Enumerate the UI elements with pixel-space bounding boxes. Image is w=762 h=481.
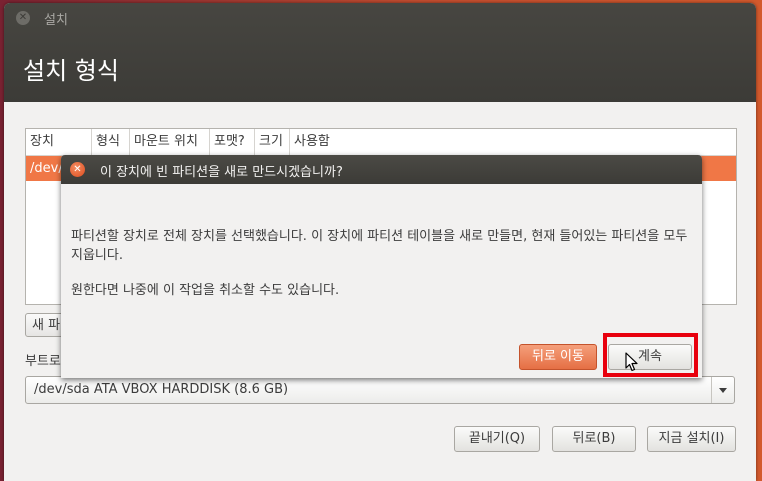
chevron-down-icon	[719, 388, 727, 393]
dialog-title: 이 장치에 빈 파티션을 새로 만드시겠습니까?	[100, 165, 343, 180]
column-format[interactable]: 포맷?	[210, 129, 255, 155]
boot-device-value: /dev/sda ATA VBOX HARDDISK (8.6 GB)	[34, 382, 289, 397]
cursor-icon	[625, 352, 638, 372]
column-device[interactable]: 장치	[26, 129, 92, 155]
go-back-button[interactable]: 뒤로 이동	[519, 344, 597, 370]
boot-loader-label: 부트로	[25, 354, 61, 369]
column-mount-point[interactable]: 마운트 위치	[130, 129, 210, 155]
dialog-message: 파티션할 장치로 전체 장치를 선택했습니다. 이 장치에 파티션 테이블을 새…	[71, 229, 688, 263]
new-partition-table-button[interactable]: 새 파	[25, 313, 65, 337]
boot-device-select[interactable]: /dev/sda ATA VBOX HARDDISK (8.6 GB)	[25, 376, 735, 404]
dialog-message-secondary: 원한다면 나중에 이 작업을 취소할 수도 있습니다.	[71, 283, 340, 298]
close-icon[interactable]: ✕	[70, 162, 85, 177]
page-title: 설치 형식	[23, 57, 119, 85]
close-icon[interactable]: ✕	[16, 11, 30, 25]
app-title: 설치	[44, 13, 68, 28]
column-used[interactable]: 사용함	[290, 129, 380, 155]
dropdown-toggle[interactable]	[711, 377, 734, 403]
quit-button[interactable]: 끝내기(Q)	[454, 426, 540, 452]
install-now-button[interactable]: 지금 설치(I)	[647, 426, 736, 452]
dialog-titlebar: ✕ 이 장치에 빈 파티션을 새로 만드시겠습니까?	[61, 155, 702, 184]
window-titlebar: ✕ 설치 설치 형식	[4, 3, 756, 102]
table-header: 장치 형식 마운트 위치 포맷? 크기 사용함	[26, 129, 736, 156]
back-button[interactable]: 뒤로(B)	[552, 426, 636, 452]
continue-highlight-annotation	[603, 333, 698, 377]
column-type[interactable]: 형식	[92, 129, 130, 155]
column-size[interactable]: 크기	[255, 129, 290, 155]
